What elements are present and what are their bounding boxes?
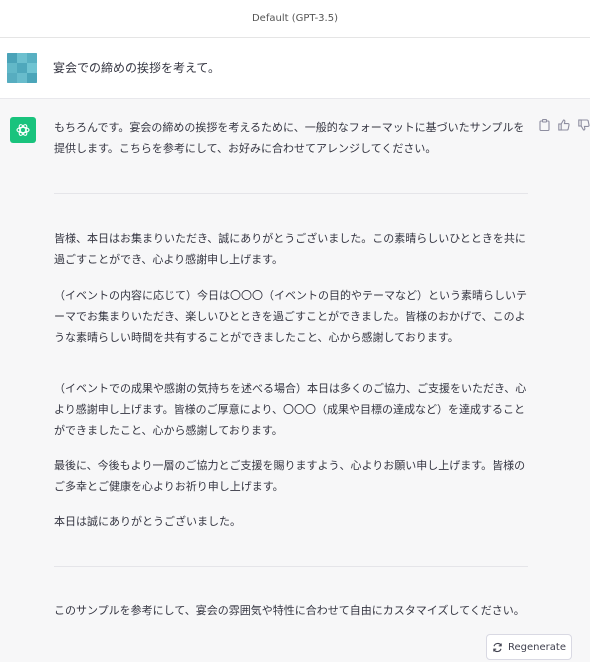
paragraph-1: 皆様、本日はお集まりいただき、誠にありがとうございました。この素晴らしいひととき… — [54, 232, 526, 266]
thumbs-down-icon[interactable] — [577, 118, 590, 132]
clipboard-icon[interactable] — [537, 118, 551, 132]
assistant-intro: もちろんです。宴会の締めの挨拶を考えるために、一般的なフォーマットに基づいたサン… — [54, 121, 525, 155]
user-message-text: 宴会での締めの挨拶を考えて。 — [53, 61, 221, 75]
model-label: Default (GPT-3.5) — [251, 13, 338, 24]
refresh-icon — [492, 642, 503, 653]
user-avatar — [7, 53, 37, 83]
regenerate-label: Regenerate — [508, 641, 566, 653]
chat-header: Default (GPT-3.5) — [0, 0, 590, 38]
paragraph-4: 最後に、今後もより一層のご協力とご支援を賜りますよう、心よりお願い申し上げます。… — [54, 459, 526, 493]
openai-logo-icon — [10, 117, 36, 143]
divider — [54, 566, 528, 567]
regenerate-button[interactable]: Regenerate — [486, 634, 572, 660]
user-message-row: 宴会での締めの挨拶を考えて。 — [0, 38, 590, 99]
message-actions — [537, 118, 590, 132]
divider — [54, 193, 528, 194]
assistant-closing: このサンプルを参考にして、宴会の雰囲気や特性に合わせて自由にカスタマイズしてくだ… — [54, 604, 525, 617]
paragraph-2: （イベントの内容に応じて）今日は〇〇〇（イベントの目的やテーマなど）という素晴ら… — [54, 289, 527, 344]
paragraph-3: （イベントでの成果や感謝の気持ちを述べる場合）本日は多くのご協力、ご支援をいただ… — [54, 382, 527, 437]
thumbs-up-icon[interactable] — [557, 118, 571, 132]
paragraph-5: 本日は誠にありがとうございました。 — [54, 515, 241, 528]
